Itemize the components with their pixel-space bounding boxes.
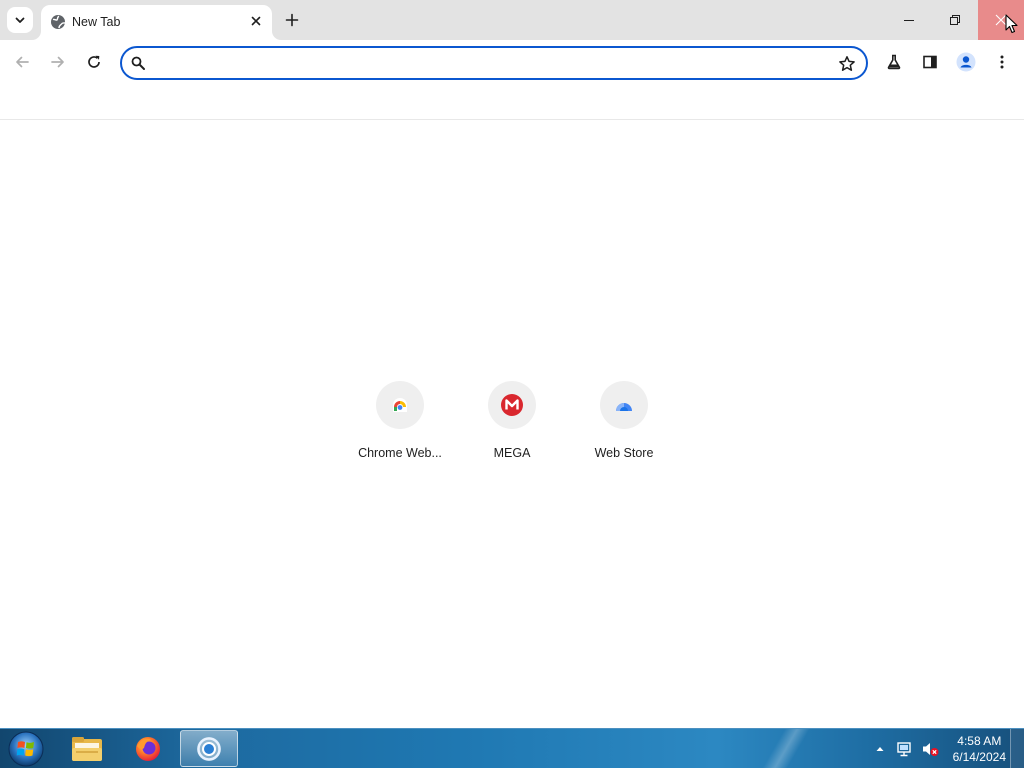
new-tab-button[interactable] [279,7,305,33]
arrow-left-icon [16,56,29,68]
bookmark-bar-area [0,86,1024,120]
search-icon [131,56,145,70]
restore-button[interactable] [932,0,978,40]
window-close-button[interactable] [978,0,1024,40]
close-icon [251,16,261,26]
omnibox[interactable] [120,46,868,80]
volume-tray-button[interactable] [919,738,941,760]
chrome-web-store-icon [393,398,407,412]
taskbar-chrome[interactable] [180,730,238,767]
network-icon [896,742,911,757]
star-icon [839,56,855,71]
clock-time: 4:58 AM [957,734,1002,748]
side-panel-button[interactable] [915,47,945,77]
browser-toolbar [0,40,1024,86]
labs-button[interactable] [879,47,909,77]
new-tab-page: Chrome Web... MEGA Web Store [0,121,1024,728]
windows-start-icon [8,731,44,767]
minimize-icon [904,20,914,21]
shortcut-icon-container [376,381,424,429]
shortcut-label: MEGA [493,446,531,460]
network-tray-button[interactable] [894,738,916,760]
back-button[interactable] [7,47,37,77]
menu-dots-icon [1000,55,1004,69]
system-tray: 4:58 AM 6/14/2024 [866,729,1006,769]
chevron-down-icon [15,17,25,23]
web-store-icon [616,403,632,411]
menu-button[interactable] [987,47,1017,77]
chrome-icon [197,736,221,761]
shortcut-icon-container [488,381,536,429]
side-panel-icon [923,55,937,69]
clock-date: 6/14/2024 [952,750,1006,764]
close-icon [995,14,1007,26]
shortcut-chrome-web-store[interactable]: Chrome Web... [344,379,456,469]
tab-strip: New Tab [0,0,1024,40]
taskbar: 4:58 AM 6/14/2024 [0,728,1024,769]
show-hidden-icons-button[interactable] [869,738,891,760]
taskbar-file-explorer[interactable] [58,730,116,767]
shortcut-label: Chrome Web... [358,446,442,460]
shortcut-label: Web Store [594,446,654,460]
tab-new-tab[interactable]: New Tab [41,5,272,40]
tab-search-button[interactable] [7,7,33,33]
profile-button[interactable] [951,47,981,77]
show-hidden-icons-arrow [876,747,884,751]
reload-button[interactable] [79,47,109,77]
mega-icon [501,394,523,416]
shortcut-mega[interactable]: MEGA [456,379,568,469]
clock[interactable]: 4:58 AM 6/14/2024 [953,733,1006,765]
plus-icon [285,13,299,27]
shortcut-icon-container [600,381,648,429]
globe-icon [51,15,66,29]
omnibox-input[interactable] [154,51,824,75]
taskbar-firefox[interactable] [119,730,177,767]
labs-flask-icon [887,54,901,70]
minimize-button[interactable] [886,0,932,40]
firefox-icon [136,736,160,761]
volume-muted-icon [922,743,939,756]
arrow-right-icon [51,56,64,68]
file-explorer-icon [72,736,102,761]
show-desktop-button[interactable] [1010,729,1024,769]
forward-button[interactable] [43,47,73,77]
profile-icon [956,52,976,72]
bookmark-star-button[interactable] [836,53,858,75]
tab-title: New Tab [72,15,121,29]
shortcut-web-store[interactable]: Web Store [568,379,680,469]
reload-icon [88,55,100,68]
tab-close-button[interactable] [246,11,266,31]
restore-icon [950,15,960,25]
start-button[interactable] [6,730,46,768]
